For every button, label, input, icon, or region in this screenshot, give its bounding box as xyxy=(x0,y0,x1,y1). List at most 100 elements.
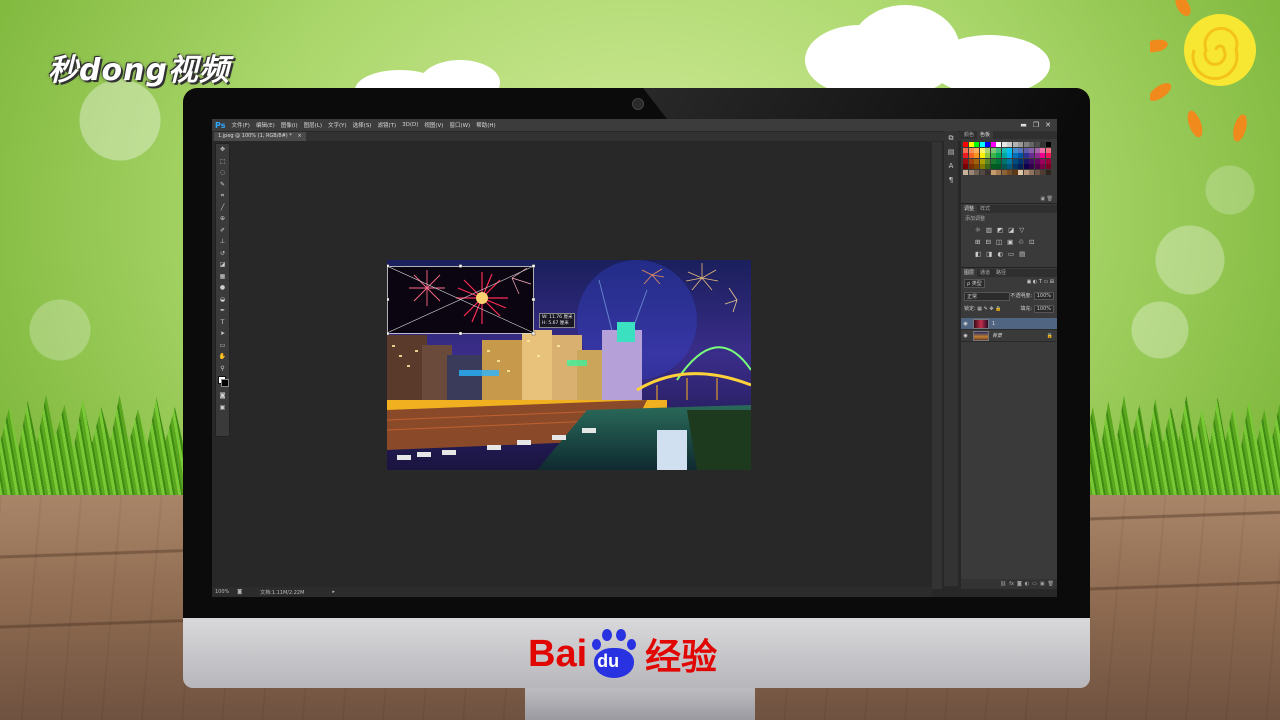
swatch[interactable] xyxy=(1029,153,1034,158)
levels-icon[interactable]: ▥ xyxy=(986,226,992,234)
invert-icon[interactable]: ◧ xyxy=(975,250,981,258)
brush-icon[interactable]: ✐ xyxy=(216,225,229,237)
restore-button[interactable]: ❐ xyxy=(1033,121,1039,129)
swatch[interactable] xyxy=(1018,147,1023,153)
swatch[interactable] xyxy=(1034,142,1040,147)
stamp-icon[interactable]: ⊥ xyxy=(216,236,229,248)
posterize-icon[interactable]: ◨ xyxy=(986,250,992,258)
swatch[interactable] xyxy=(996,169,1001,175)
swatch[interactable] xyxy=(1012,153,1018,158)
swatch[interactable] xyxy=(1007,158,1012,164)
swatch[interactable] xyxy=(1040,153,1045,158)
swatch[interactable] xyxy=(1018,153,1023,158)
swatch[interactable] xyxy=(963,158,968,164)
swatch[interactable] xyxy=(974,153,979,158)
eye-icon[interactable]: ◉ xyxy=(961,321,970,327)
swatch[interactable] xyxy=(985,142,990,147)
swatch[interactable] xyxy=(1018,158,1023,164)
swatch[interactable] xyxy=(979,147,985,153)
tab-paths[interactable]: 路径 xyxy=(993,269,1009,277)
swatch[interactable] xyxy=(1007,147,1012,153)
swatch[interactable] xyxy=(1007,164,1012,169)
quick-mask-icon[interactable]: ◙ xyxy=(216,390,229,402)
blur-icon[interactable]: ● xyxy=(216,282,229,294)
menu-image[interactable]: 图像(I) xyxy=(281,121,298,129)
swatch[interactable] xyxy=(979,158,985,164)
pasted-layer[interactable] xyxy=(387,264,536,336)
exposure-icon[interactable]: ◪ xyxy=(1008,226,1014,234)
swatch[interactable] xyxy=(990,147,996,153)
swatch[interactable] xyxy=(1045,169,1051,175)
swatch[interactable] xyxy=(1023,158,1029,164)
shape-icon[interactable]: ▭ xyxy=(216,340,229,352)
history-brush-icon[interactable]: ↺ xyxy=(216,248,229,260)
mask-icon[interactable]: ◙ xyxy=(1017,581,1022,587)
swatch[interactable] xyxy=(990,158,996,164)
swatch[interactable] xyxy=(985,164,990,169)
swatch[interactable] xyxy=(990,164,996,169)
swatch[interactable] xyxy=(990,169,996,175)
threshold-icon[interactable]: ◐ xyxy=(997,250,1003,258)
swatch[interactable] xyxy=(1023,147,1029,153)
channel-mixer-icon[interactable]: ♲ xyxy=(1018,238,1024,246)
swatch[interactable] xyxy=(1045,147,1051,153)
layer-row[interactable]: ◉ 1 xyxy=(961,318,1057,330)
swatch[interactable] xyxy=(1018,164,1023,169)
swatch[interactable] xyxy=(996,164,1001,169)
menu-help[interactable]: 帮助(H) xyxy=(476,121,495,129)
swatch[interactable] xyxy=(1040,169,1045,175)
swatch[interactable] xyxy=(968,142,974,147)
color-lookup-icon[interactable]: ⊡ xyxy=(1029,238,1034,246)
delete-swatch-icon[interactable]: 🗑 xyxy=(1047,196,1053,202)
lock-icons[interactable]: ▦ ✎ ✥ 🔒 xyxy=(977,306,1001,312)
fx-icon[interactable]: fx xyxy=(1009,581,1014,587)
brightness-icon[interactable]: ☼ xyxy=(975,226,981,234)
swatch[interactable] xyxy=(963,147,968,153)
opacity-input[interactable]: 100% xyxy=(1033,292,1054,300)
swatch[interactable] xyxy=(968,147,974,153)
swatch[interactable] xyxy=(1012,169,1018,175)
close-button[interactable]: ✕ xyxy=(1045,121,1051,129)
background-color[interactable] xyxy=(221,379,229,387)
menu-type[interactable]: 文字(Y) xyxy=(328,121,347,129)
layer-name[interactable]: 背景 xyxy=(992,332,1002,339)
path-select-icon[interactable]: ➤ xyxy=(216,328,229,340)
swatch[interactable] xyxy=(1034,164,1040,169)
swatch[interactable] xyxy=(974,142,979,147)
swatch[interactable] xyxy=(963,169,968,175)
swatch[interactable] xyxy=(1007,142,1012,147)
swatch[interactable] xyxy=(1045,142,1051,147)
black-white-icon[interactable]: ◫ xyxy=(996,238,1002,246)
tab-layers[interactable]: 图层 xyxy=(961,269,978,277)
swatch[interactable] xyxy=(1040,158,1045,164)
character-panel-icon[interactable]: A xyxy=(944,159,958,173)
swatch[interactable] xyxy=(1034,169,1040,175)
swatch[interactable] xyxy=(1001,153,1007,158)
menu-window[interactable]: 窗口(W) xyxy=(449,121,470,129)
tab-adjustments[interactable]: 调整 xyxy=(961,205,978,213)
menu-view[interactable]: 视图(V) xyxy=(424,121,443,129)
swatch[interactable] xyxy=(1012,147,1018,153)
swatch[interactable] xyxy=(996,158,1001,164)
swatch[interactable] xyxy=(1001,147,1007,153)
swatch[interactable] xyxy=(1012,142,1018,147)
swatch[interactable] xyxy=(1023,142,1029,147)
swatch[interactable] xyxy=(968,158,974,164)
swatch[interactable] xyxy=(963,142,968,147)
swatch[interactable] xyxy=(1045,153,1051,158)
layer-name[interactable]: 1 xyxy=(992,321,995,327)
swatch[interactable] xyxy=(974,169,979,175)
tab-channels[interactable]: 通道 xyxy=(977,269,993,277)
filter-icons[interactable]: ▣ ◐ T ▭ ⊞ xyxy=(1027,279,1054,288)
swatch[interactable] xyxy=(1034,158,1040,164)
document-tab[interactable]: 1.jpeg @ 100% (1, RGB/8#) * × xyxy=(214,132,306,141)
swatch[interactable] xyxy=(1012,158,1018,164)
type-icon[interactable]: T xyxy=(216,317,229,329)
healing-icon[interactable]: ⊕ xyxy=(216,213,229,225)
swatch[interactable] xyxy=(1023,169,1029,175)
swatch[interactable] xyxy=(1034,153,1040,158)
quick-select-icon[interactable]: ✎ xyxy=(216,179,229,191)
adjustment-layer-icon[interactable]: ◐ xyxy=(1025,581,1029,587)
menu-file[interactable]: 文件(F) xyxy=(231,121,249,129)
zoom-level[interactable]: 100% xyxy=(215,589,229,595)
